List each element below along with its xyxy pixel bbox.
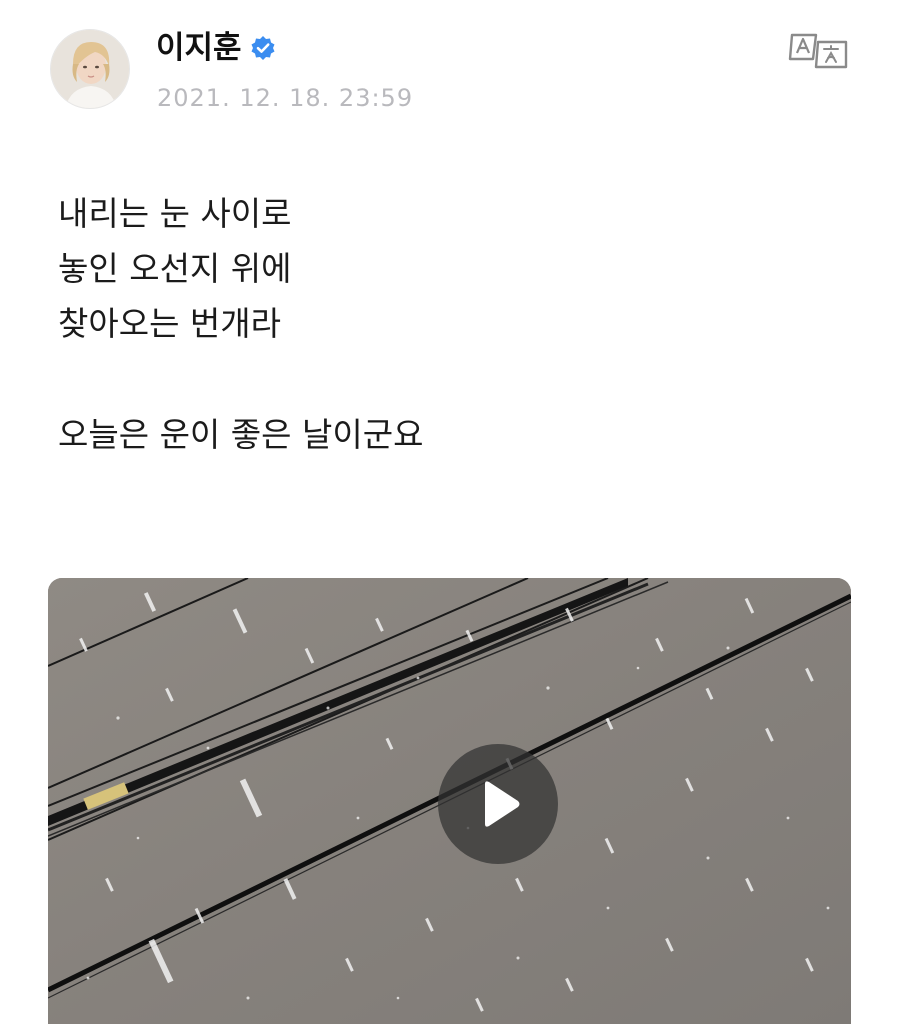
post-timestamp: 2021. 12. 18. 23:59 (157, 84, 414, 112)
post-line: 놓인 오선지 위에 (58, 249, 292, 288)
play-button[interactable] (438, 744, 558, 864)
post-line: 내리는 눈 사이로 (58, 194, 292, 233)
post-body: 내리는 눈 사이로 놓인 오선지 위에 찾아오는 번개라 오늘은 운이 좋은 날… (58, 186, 423, 462)
translate-icon (788, 33, 848, 69)
post-line: 오늘은 운이 좋은 날이군요 (58, 415, 424, 454)
translate-button[interactable] (786, 29, 850, 73)
play-icon (485, 781, 520, 827)
video-thumbnail[interactable] (48, 578, 851, 1024)
post-line-blank (58, 351, 423, 407)
avatar[interactable] (50, 29, 130, 109)
author-name[interactable]: 이지훈 (156, 26, 242, 70)
author-name-row[interactable]: 이지훈 (156, 26, 276, 70)
post-card: 이지훈 2021. 12. 18. 23:59 내리는 눈 사이로 놓인 오선지… (0, 0, 899, 1024)
post-line: 찾아오는 번개라 (58, 304, 282, 343)
verified-badge-icon (250, 35, 276, 61)
